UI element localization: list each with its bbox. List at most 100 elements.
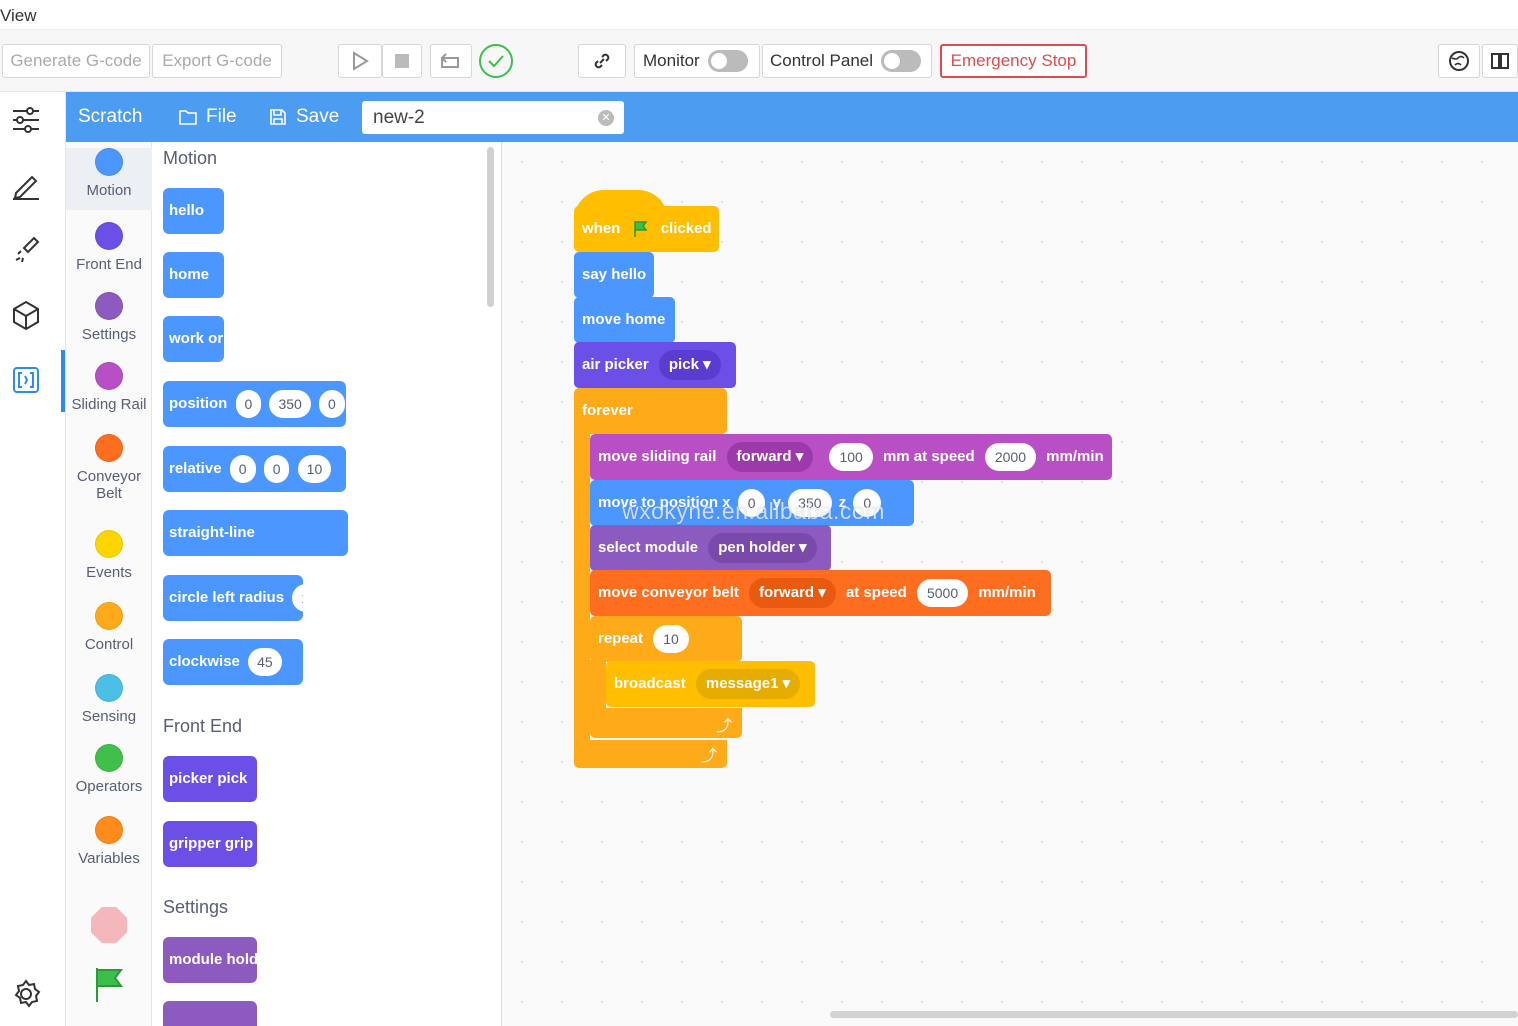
- position-y-label: y: [772, 494, 781, 511]
- circle-radius[interactable]: 10: [292, 584, 303, 613]
- relative-x[interactable]: 0: [229, 455, 256, 484]
- repeat-count[interactable]: 10: [653, 625, 689, 654]
- palette-section-front-end: Front End: [163, 716, 243, 736]
- project-name-input[interactable]: new-2 ✕: [362, 101, 624, 134]
- palette-block-gripper[interactable]: gripper grip: [163, 821, 257, 867]
- sliding-rail-distance[interactable]: 100: [829, 443, 873, 472]
- palette-block-work-origin[interactable]: work origin: [163, 316, 224, 362]
- monitor-toggle[interactable]: Monitor: [634, 44, 760, 78]
- palette-block-settings-2[interactable]: [163, 1001, 257, 1026]
- link-icon: [594, 53, 610, 69]
- play-icon: [353, 51, 369, 71]
- palette-block-picker[interactable]: picker pick: [163, 756, 257, 802]
- repeat-label: repeat: [598, 630, 644, 647]
- position-y-input[interactable]: 350: [788, 489, 832, 518]
- category-control[interactable]: Control: [66, 602, 152, 664]
- module-dropdown[interactable]: pen holder ▾: [708, 533, 817, 564]
- select-module-block[interactable]: select module pen holder ▾: [590, 525, 831, 571]
- laser-button[interactable]: [8, 232, 44, 268]
- category-dot: [95, 222, 123, 250]
- clear-icon[interactable]: ✕: [598, 110, 614, 126]
- category-label: Front End: [76, 256, 142, 273]
- play-button[interactable]: [338, 44, 382, 78]
- file-menu[interactable]: File: [178, 106, 237, 128]
- palette-block-clockwise[interactable]: clockwise 45: [163, 639, 303, 685]
- generate-gcode-button[interactable]: Generate G-code: [2, 44, 150, 78]
- forever-loop-icon: ⤴: [700, 748, 717, 765]
- broadcast-block[interactable]: broadcast message1 ▾: [606, 661, 815, 707]
- control-panel-switch[interactable]: [881, 50, 922, 72]
- relative-label: relative: [169, 460, 222, 477]
- palette-scrollbar[interactable]: [487, 147, 494, 307]
- export-gcode-button[interactable]: Export G-code: [152, 44, 282, 78]
- position-x-input[interactable]: 0: [737, 489, 766, 518]
- sliding-rail-direction-dropdown[interactable]: forward ▾: [726, 442, 814, 473]
- check-button[interactable]: [476, 44, 516, 78]
- palette-block-circle[interactable]: circle left radius 10: [163, 575, 303, 621]
- palette-block-position[interactable]: position 0 350 0: [163, 381, 346, 427]
- relative-y[interactable]: 0: [263, 455, 290, 484]
- palette-block-home[interactable]: home: [163, 252, 224, 298]
- link-button[interactable]: [578, 44, 626, 78]
- palette-block-module[interactable]: module holder: [163, 937, 257, 983]
- sliders-button[interactable]: [8, 102, 44, 138]
- move-to-position-block[interactable]: move to position x 0 y 350 z 0: [590, 480, 914, 526]
- stop-sign-icon[interactable]: [91, 907, 127, 943]
- globe-button[interactable]: [1438, 44, 1480, 78]
- category-variables[interactable]: Variables: [66, 816, 152, 878]
- position-x[interactable]: 0: [235, 390, 262, 419]
- category-sensing[interactable]: Sensing: [66, 674, 152, 736]
- relative-z[interactable]: 10: [297, 455, 332, 484]
- forever-block[interactable]: forever: [574, 388, 727, 434]
- clockwise-label: clockwise: [169, 653, 240, 670]
- category-conveyor-belt[interactable]: Conveyor Belt: [66, 434, 152, 518]
- conveyor-direction-dropdown[interactable]: forward ▾: [749, 578, 836, 609]
- cube-icon: [13, 300, 39, 331]
- clockwise-degrees[interactable]: 45: [248, 648, 282, 677]
- cube-button[interactable]: [8, 297, 44, 333]
- palette-block-straight-line[interactable]: straight-line: [163, 510, 348, 556]
- scratch-button[interactable]: [8, 362, 44, 398]
- category-settings[interactable]: Settings: [66, 292, 152, 354]
- settings-button[interactable]: [8, 976, 44, 1012]
- air-picker-dropdown[interactable]: pick ▾: [658, 350, 721, 381]
- emergency-stop-button[interactable]: Emergency Stop: [940, 44, 1087, 78]
- loop-button[interactable]: [430, 44, 472, 78]
- workspace-scrollbar[interactable]: [830, 1011, 1518, 1018]
- control-panel-toggle[interactable]: Control Panel: [762, 44, 932, 78]
- menu-view[interactable]: View: [0, 6, 37, 26]
- conveyor-speed[interactable]: 5000: [916, 579, 969, 608]
- left-rail: [0, 92, 66, 1026]
- monitor-switch[interactable]: [707, 50, 748, 72]
- when-flag-clicked-block[interactable]: when clicked: [574, 206, 719, 252]
- category-label: Conveyor Belt: [76, 468, 142, 502]
- category-label: Sensing: [81, 708, 137, 725]
- position-y[interactable]: 350: [269, 390, 311, 419]
- save-button[interactable]: Save: [268, 106, 339, 128]
- stop-button[interactable]: [382, 44, 422, 78]
- move-home-block[interactable]: move home: [574, 297, 675, 343]
- position-z[interactable]: 0: [319, 390, 345, 419]
- position-z-input[interactable]: 0: [853, 489, 882, 518]
- pencil-button[interactable]: [8, 167, 44, 203]
- broadcast-message-dropdown[interactable]: message1 ▾: [695, 669, 801, 700]
- sliding-rail-direction: forward: [736, 448, 792, 466]
- category-sliding-rail[interactable]: Sliding Rail: [66, 362, 152, 424]
- scratch-tab[interactable]: Scratch: [78, 106, 142, 128]
- green-flag-icon[interactable]: [89, 964, 129, 1004]
- repeat-block[interactable]: repeat 10: [590, 616, 742, 662]
- palette-block-relative[interactable]: relative 0 0 10: [163, 446, 346, 492]
- broadcast-message: message1: [705, 675, 779, 693]
- move-sliding-rail-block[interactable]: move sliding rail forward ▾ 100 mm at sp…: [590, 434, 1112, 480]
- air-picker-block[interactable]: air picker pick ▾: [574, 342, 736, 388]
- sliding-rail-speed[interactable]: 2000: [984, 443, 1036, 472]
- say-hello-block[interactable]: say hello: [574, 252, 654, 298]
- active-indicator: [61, 350, 65, 412]
- category-operators[interactable]: Operators: [66, 744, 152, 806]
- book-button[interactable]: [1482, 44, 1518, 78]
- category-motion[interactable]: Motion: [66, 148, 152, 210]
- palette-block-hello[interactable]: hello: [163, 188, 224, 234]
- category-front-end[interactable]: Front End: [66, 222, 152, 284]
- move-conveyor-belt-block[interactable]: move conveyor belt forward ▾ at speed 50…: [590, 570, 1051, 616]
- category-events[interactable]: Events: [66, 530, 152, 592]
